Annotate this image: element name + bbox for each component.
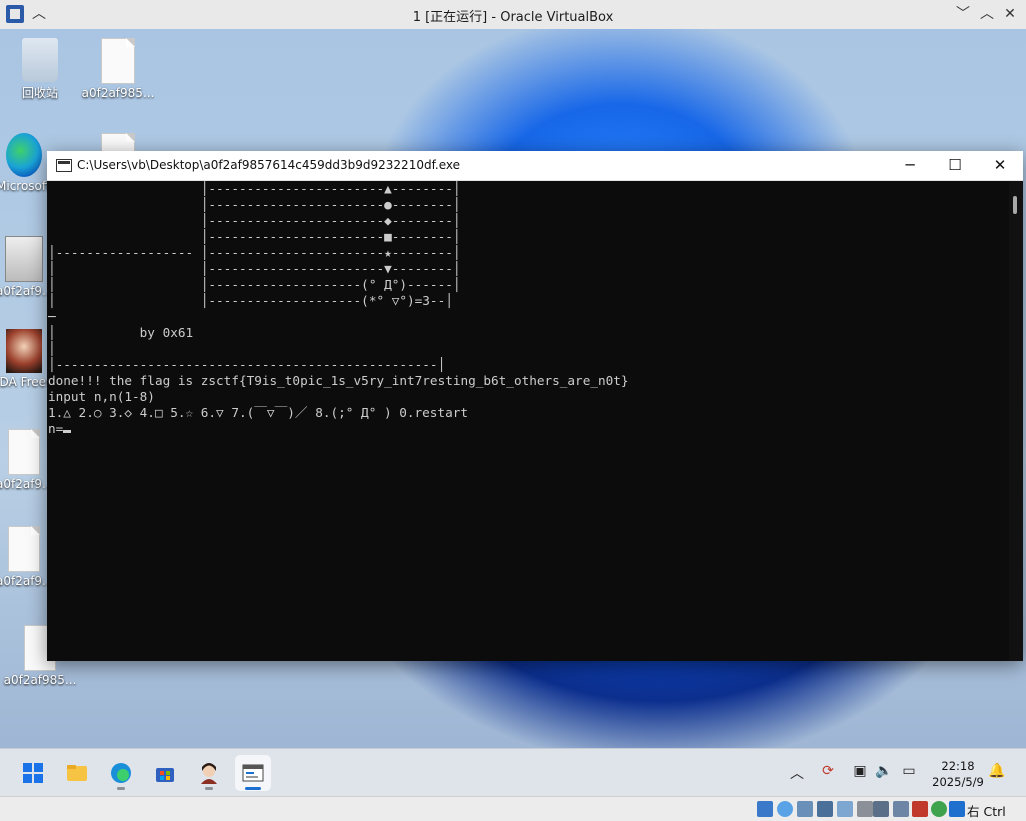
terminal-line: │	[48, 341, 56, 356]
scrollbar[interactable]	[1009, 181, 1023, 661]
close-icon[interactable]: ✕	[1000, 4, 1020, 24]
volume-icon[interactable]: 🔈	[875, 763, 893, 779]
file-explorer-icon	[67, 765, 87, 781]
terminal-line: │---------------------------------------…	[48, 357, 446, 372]
desktop-icon-ida[interactable]: IDA Freeware	[0, 329, 52, 389]
desktop-icon-label: a0f2af9...	[0, 574, 52, 588]
console-titlebar[interactable]: C:\Users\vb\Desktop\a0f2af9857614c459dd3…	[47, 151, 1023, 181]
vbox-window-title: 1 [正在运行] - Oracle VirtualBox	[412, 10, 614, 25]
terminal-line: │------------------ │-------------------…	[48, 245, 461, 260]
maximize-button[interactable]: ☐	[932, 151, 978, 180]
chevron-up-icon[interactable]: ︿	[788, 763, 806, 783]
taskbar: ︿ ⟳ ▣ 🔈 ▭ 22:18 2025/5/9 🔔	[0, 748, 1026, 797]
terminal-line: │ │-----------------------▼--------│	[48, 261, 461, 276]
taskbar-console[interactable]	[235, 755, 271, 791]
desktop-icon-label: a0f2af985...	[3, 673, 77, 687]
recycle-bin-icon	[22, 38, 58, 82]
store-icon	[156, 768, 174, 782]
sync-icon[interactable]: ⟳	[819, 763, 837, 779]
terminal-line: │-----------------------▲--------│	[48, 181, 461, 196]
recording-icon[interactable]	[893, 801, 909, 817]
desktop-icon-label: Microsoft Edge	[0, 179, 52, 193]
running-indicator	[117, 787, 125, 790]
desktop-icon-label: 回收站	[21, 86, 58, 100]
file-icon	[101, 38, 135, 84]
desktop-icon-recycle-bin[interactable]: 回收站	[0, 38, 80, 101]
terminal-line: │ │--------------------(*° ▽°)=3--│	[48, 293, 453, 308]
terminal-line: │ │--------------------(° Д°)------│	[48, 277, 461, 292]
mouse-integration-icon[interactable]	[949, 801, 965, 817]
terminal-line: │-----------------------●--------│	[48, 197, 461, 212]
desktop-icon-label: a0f2af9...	[0, 284, 52, 298]
edge-icon	[111, 763, 131, 783]
file-icon	[8, 526, 40, 572]
terminal-line: │ by 0x61	[48, 325, 194, 340]
vbox-titlebar: ︿ 1 [正在运行] - Oracle VirtualBox ﹀ ︿ ✕	[0, 0, 1026, 30]
system-clock[interactable]: 22:18 2025/5/9	[930, 758, 986, 790]
terminal-line: n=	[48, 421, 64, 436]
edge-icon	[6, 133, 42, 177]
close-button[interactable]: ✕	[977, 151, 1023, 180]
host-key-indicator[interactable]: 右 Ctrl	[967, 801, 1006, 820]
desktop-icon-file[interactable]: a0f2af9...	[0, 429, 52, 491]
notification-bell-icon[interactable]: 🔔	[988, 763, 1006, 779]
desktop-icon-label: a0f2af985...	[81, 86, 155, 100]
app-icon	[5, 236, 43, 282]
clock-date: 2025/5/9	[932, 775, 984, 789]
desktop-icon-label: IDA Freeware	[0, 375, 52, 389]
taskbar-edge[interactable]	[103, 755, 139, 791]
minimize-chevron-icon[interactable]: ﹀	[953, 4, 973, 24]
clock-time: 22:18	[941, 759, 975, 773]
desktop-icon-file[interactable]: a0f2af985...	[78, 38, 158, 100]
network-adapter-icon[interactable]	[817, 801, 833, 817]
file-icon	[8, 429, 40, 475]
running-indicator	[245, 787, 261, 790]
shared-folders-icon[interactable]	[857, 801, 873, 817]
taskbar-store[interactable]	[147, 755, 183, 791]
minimize-button[interactable]: ─	[887, 151, 933, 180]
display-icon[interactable]	[873, 801, 889, 817]
taskbar-ida[interactable]	[191, 755, 227, 791]
desktop-icon-file[interactable]: a0f2af9...	[0, 526, 52, 588]
terminal-area[interactable]: │-----------------------▲--------│ │----…	[47, 181, 1009, 661]
cpu-activity-icon[interactable]	[912, 801, 928, 817]
terminal-line: │-----------------------■--------│	[48, 229, 461, 244]
taskbar-file-explorer[interactable]	[59, 755, 95, 791]
ida-icon	[201, 763, 217, 784]
hard-disk-icon[interactable]	[757, 801, 773, 817]
terminal-output: │-----------------------▲--------│ │----…	[47, 181, 1009, 437]
terminal-line: ─	[48, 309, 56, 324]
terminal-line: │-----------------------◆--------│	[48, 213, 461, 228]
desktop-icon-edge[interactable]: Microsoft Edge	[0, 133, 52, 193]
console-icon	[56, 159, 72, 172]
vbox-statusbar: 右 Ctrl	[0, 796, 1026, 821]
audio-icon[interactable]	[797, 801, 813, 817]
terminal-line: 1.△ 2.○ 3.◇ 4.□ 5.☆ 6.▽ 7.(￣▽￣)／ 8.(;° Д…	[48, 405, 468, 420]
console-window-title: C:\Users\vb\Desktop\a0f2af9857614c459dd3…	[77, 158, 461, 172]
terminal-line: done!!! the flag is zsctf{T9is_t0pic_1s_…	[48, 373, 629, 388]
network-icon[interactable]: ▣	[851, 763, 869, 779]
battery-icon[interactable]: ▭	[900, 763, 918, 779]
maximize-chevron-icon[interactable]: ︿	[977, 4, 997, 24]
ida-icon	[6, 329, 42, 373]
running-indicator	[205, 787, 213, 790]
console-window[interactable]: C:\Users\vb\Desktop\a0f2af9857614c459dd3…	[47, 151, 1023, 661]
scrollbar-thumb[interactable]	[1013, 196, 1017, 214]
console-icon	[242, 764, 264, 782]
usb-icon[interactable]	[837, 801, 853, 817]
terminal-cursor	[63, 430, 72, 433]
start-icon	[23, 763, 43, 783]
start-button[interactable]	[15, 755, 51, 791]
guest-additions-icon[interactable]	[931, 801, 947, 817]
desktop-icon-app[interactable]: a0f2af9...	[0, 236, 52, 298]
desktop-icon-label: a0f2af9...	[0, 477, 52, 491]
terminal-line: input n,n(1-8)	[48, 389, 155, 404]
optical-drive-icon[interactable]	[777, 801, 793, 817]
